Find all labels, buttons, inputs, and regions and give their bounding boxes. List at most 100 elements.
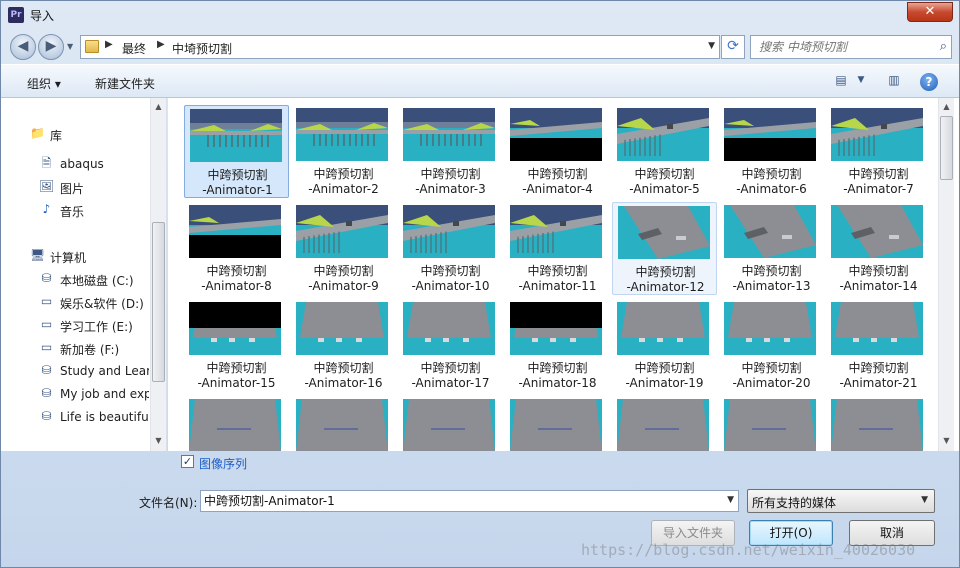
sidebar-item[interactable]: ⛁ Study and Learning [1, 361, 149, 381]
recent-locations-dropdown[interactable]: ▼ [67, 42, 77, 52]
chevron-down-icon[interactable]: ▼ [921, 495, 928, 505]
scroll-down-arrow-icon[interactable]: ▼ [151, 434, 166, 448]
file-tile[interactable] [719, 396, 824, 451]
file-tile[interactable]: 中跨预切割 -Animator-9 [291, 202, 396, 295]
file-tile[interactable]: 中跨预切割 -Animator-7 [826, 105, 931, 198]
folder-icon [85, 40, 99, 53]
file-thumbnail [617, 108, 709, 161]
sidebar-item[interactable]: ♪ 音乐 [1, 200, 149, 220]
sidebar-item-label: 学习工作 (E:) [60, 320, 133, 334]
file-thumbnail [296, 399, 388, 451]
filetype-value: 所有支持的媒体 [752, 496, 837, 510]
sidebar-item[interactable]: ⛁ Life is beautiful [1, 407, 149, 427]
refresh-button[interactable]: ⟳ [721, 35, 745, 59]
help-icon[interactable]: ? [920, 73, 938, 91]
file-name-label: 中跨预切割 [741, 361, 802, 375]
sidebar-item[interactable]: 🗎 abaqus [1, 154, 149, 174]
address-dropdown-icon[interactable]: ▼ [708, 41, 715, 51]
back-button[interactable]: ◀ [10, 34, 36, 60]
file-tile[interactable] [398, 396, 503, 451]
file-tile[interactable]: 中跨预切割 -Animator-11 [505, 202, 610, 295]
file-thumbnail [296, 108, 388, 161]
content-scrollbar[interactable]: ▲ ▼ [938, 98, 954, 451]
scroll-up-arrow-icon[interactable]: ▲ [939, 100, 954, 114]
file-name-label: 中跨预切割 [634, 361, 695, 375]
file-tile[interactable]: 中跨预切割 -Animator-13 [719, 202, 824, 295]
address-row: ◀ ▶ ▼ ▶ 最终 ▶ 中埼预切割 ▼ ⟳ ⌕ [1, 31, 959, 63]
file-tile[interactable]: 中跨预切割 -Animator-6 [719, 105, 824, 198]
sidebar-item[interactable]: ⛁ My job and experience [1, 384, 149, 404]
organize-menu[interactable]: 组织 ▾ [27, 75, 61, 92]
file-name-label: -Animator-2 [308, 182, 379, 196]
file-tile[interactable] [184, 396, 289, 451]
file-tile[interactable]: 中跨预切割 -Animator-8 [184, 202, 289, 295]
view-dropdown-icon[interactable]: ▼ [852, 75, 870, 91]
file-tile[interactable]: 中跨预切割 -Animator-5 [612, 105, 717, 198]
sidebar-item[interactable]: ▭ 娱乐&软件 (D:) [1, 292, 149, 312]
file-tile[interactable] [612, 396, 717, 451]
filename-combobox[interactable]: ▼ [200, 490, 739, 512]
file-tile[interactable]: 中跨预切割 -Animator-1 [184, 105, 289, 198]
file-name-label: -Animator-18 [518, 376, 597, 390]
scrollbar-thumb[interactable] [152, 222, 165, 382]
view-options-icon[interactable]: ▤ [832, 73, 850, 89]
file-tile[interactable] [826, 396, 931, 451]
image-sequence-label[interactable]: 图像序列 [199, 455, 247, 472]
window-title: 导入 [30, 9, 55, 23]
file-tile[interactable]: 中跨预切割 -Animator-10 [398, 202, 503, 295]
sidebar-item-label: 图片 [60, 182, 85, 196]
scroll-up-arrow-icon[interactable]: ▲ [151, 100, 166, 114]
breadcrumb-item[interactable]: 最终 [122, 40, 146, 57]
forward-button[interactable]: ▶ [38, 34, 64, 60]
library-icon: 📁 [30, 126, 45, 140]
sidebar-item-label: My job and experience [60, 387, 149, 401]
scroll-down-arrow-icon[interactable]: ▼ [939, 434, 954, 448]
chevron-right-icon[interactable]: ▶ [157, 39, 165, 50]
chevron-down-icon[interactable]: ▼ [727, 495, 734, 505]
search-box[interactable]: ⌕ [750, 35, 952, 59]
file-tile[interactable]: 中跨预切割 -Animator-2 [291, 105, 396, 198]
sidebar-item-label: 本地磁盘 (C:) [60, 274, 134, 288]
file-tile[interactable]: 中跨预切割 -Animator-3 [398, 105, 503, 198]
file-name-label: 中跨预切割 [527, 167, 588, 181]
file-tile[interactable] [291, 396, 396, 451]
file-tile[interactable]: 中跨预切割 -Animator-12 [612, 202, 717, 295]
file-tile[interactable]: 中跨预切割 -Animator-18 [505, 299, 610, 392]
scrollbar-thumb[interactable] [940, 116, 953, 180]
new-folder-button[interactable]: 新建文件夹 [95, 75, 155, 92]
file-tile[interactable]: 中跨预切割 -Animator-15 [184, 299, 289, 392]
file-tile[interactable]: 中跨预切割 -Animator-17 [398, 299, 503, 392]
file-name-label: -Animator-1 [202, 183, 273, 197]
watermark-text: https://blog.csdn.net/weixin_40026030 [581, 541, 916, 559]
sidebar-item[interactable]: ▭ 学习工作 (E:) [1, 315, 149, 335]
address-bar[interactable]: ▶ 最终 ▶ 中埼预切割 ▼ [80, 35, 720, 59]
file-tile[interactable]: 中跨预切割 -Animator-4 [505, 105, 610, 198]
search-icon[interactable]: ⌕ [940, 39, 947, 54]
search-input[interactable] [759, 39, 929, 55]
file-tile[interactable]: 中跨预切割 -Animator-16 [291, 299, 396, 392]
sidebar-item[interactable]: ⛁ 本地磁盘 (C:) [1, 269, 149, 289]
filetype-select[interactable]: 所有支持的媒体 ▼ [747, 489, 935, 513]
file-tile[interactable]: 中跨预切割 -Animator-21 [826, 299, 931, 392]
computer-icon: 🖥 [29, 248, 46, 262]
file-name-label: 中跨预切割 [313, 264, 374, 278]
file-name-label: 中跨预切割 [848, 167, 909, 181]
sidebar-item[interactable]: ▭ 新加卷 (F:) [1, 338, 149, 358]
file-tile[interactable] [505, 396, 610, 451]
sidebar-item[interactable]: 🖼 图片 [1, 177, 149, 197]
file-tile[interactable]: 中跨预切割 -Animator-20 [719, 299, 824, 392]
nav-scrollbar[interactable]: ▲ ▼ [150, 98, 166, 451]
chevron-right-icon[interactable]: ▶ [105, 39, 113, 50]
preview-pane-icon[interactable]: ▥ [885, 73, 903, 89]
file-tile[interactable]: 中跨预切割 -Animator-19 [612, 299, 717, 392]
sidebar-item[interactable]: 🖥 计算机 [1, 246, 149, 266]
file-name-label: -Animator-15 [197, 376, 276, 390]
file-tile[interactable]: 中跨预切割 -Animator-14 [826, 202, 931, 295]
breadcrumb-item[interactable]: 中埼预切割 [172, 40, 232, 57]
close-button[interactable]: ✕ [907, 2, 953, 22]
sidebar-item[interactable]: 📁 库 [1, 124, 149, 144]
filename-input[interactable] [204, 493, 704, 507]
file-thumbnail [189, 205, 281, 258]
sidebar-item-label: 库 [50, 129, 63, 143]
image-sequence-checkbox[interactable]: ✓ [181, 455, 194, 468]
